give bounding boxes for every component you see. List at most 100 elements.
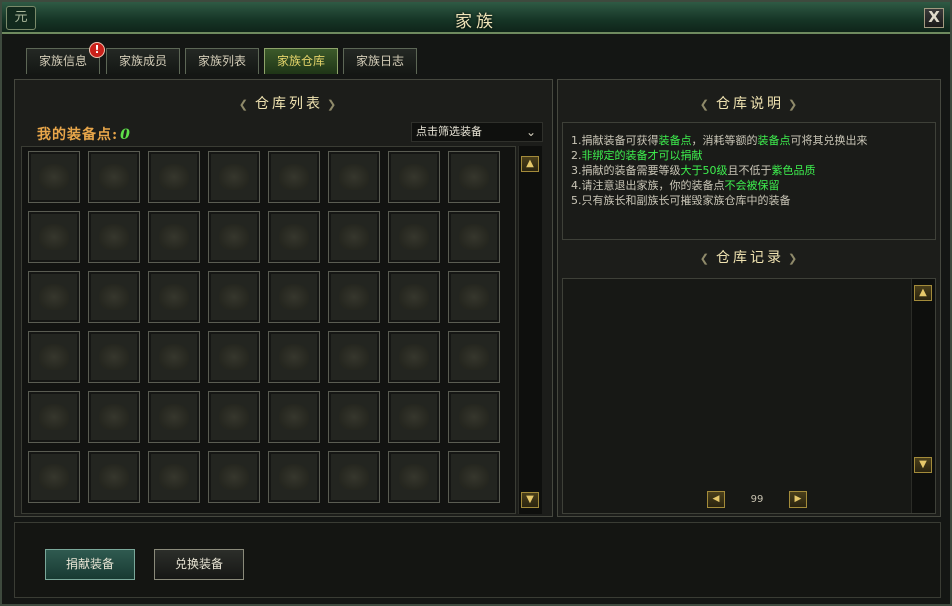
inventory-slot[interactable] [28, 211, 80, 263]
inventory-slot[interactable] [208, 391, 260, 443]
inventory-slot[interactable] [28, 151, 80, 203]
title-bar[interactable]: 元 家族 X [2, 2, 950, 34]
log-scrollbar[interactable]: ▲ ▼ [911, 279, 935, 513]
inventory-slot[interactable] [28, 391, 80, 443]
inventory-slot[interactable] [268, 391, 320, 443]
description-line: 3.捐献的装备需要等级大于50级且不低于紫色品质 [571, 163, 935, 178]
description-text: 5.只有族长和副族长可摧毁家族仓库中的装备 [571, 194, 791, 207]
tab-label: 家族列表 [197, 54, 246, 68]
inventory-slot[interactable] [148, 211, 200, 263]
tab-family-info[interactable]: 家族信息 ! [26, 42, 105, 74]
description-text: 2. [571, 149, 582, 162]
inventory-slot[interactable] [148, 331, 200, 383]
inventory-slot[interactable] [388, 211, 440, 263]
chevron-down-icon: ⌄ [525, 125, 536, 139]
tab-label: 家族仓库 [276, 54, 325, 68]
inventory-slot[interactable] [28, 331, 80, 383]
filter-selected: 点击筛选装备 [416, 125, 482, 138]
inventory-slot[interactable] [328, 451, 380, 503]
tab-family-members[interactable]: 家族成员 [106, 48, 180, 74]
equip-points: 我的装备点: 0 [37, 124, 131, 144]
inventory-slot[interactable] [28, 451, 80, 503]
inventory-slot[interactable] [328, 391, 380, 443]
description-text: 可将其兑换出来 [790, 134, 868, 147]
scroll-down-icon[interactable]: ▼ [521, 492, 539, 508]
inventory-slot[interactable] [328, 211, 380, 263]
warehouse-info-panel: 仓库说明 1.捐献装备可获得装备点，消耗等额的装备点可将其兑换出来2.非绑定的装… [557, 79, 941, 517]
page-number: 99 [750, 494, 764, 505]
inventory-slot[interactable] [88, 271, 140, 323]
scroll-up-icon[interactable]: ▲ [914, 285, 932, 301]
equipment-filter-dropdown[interactable]: 点击筛选装备 ⌄ [411, 122, 543, 142]
description-line: 1.捐献装备可获得装备点，消耗等额的装备点可将其兑换出来 [571, 133, 935, 148]
inventory-slot[interactable] [268, 211, 320, 263]
description-line: 4.请注意退出家族，你的装备点不会被保留 [571, 178, 935, 193]
inventory-slot[interactable] [448, 151, 500, 203]
inventory-slot[interactable] [388, 271, 440, 323]
inventory-slot[interactable] [448, 271, 500, 323]
tab-family-list[interactable]: 家族列表 [185, 48, 259, 74]
highlight-text: 装备点 [658, 134, 692, 147]
inventory-slot[interactable] [208, 271, 260, 323]
warehouse-log-list: ▲ ▼ ◀ 99 ▶ [562, 278, 936, 514]
scroll-down-icon[interactable]: ▼ [914, 457, 932, 473]
inventory-slot[interactable] [148, 391, 200, 443]
highlight-text: 装备点 [757, 134, 791, 147]
inventory-slot[interactable] [268, 331, 320, 383]
inventory-slot[interactable] [328, 331, 380, 383]
inventory-slot[interactable] [148, 451, 200, 503]
equip-points-label: 我的装备点: [37, 127, 119, 143]
inventory-slot[interactable] [388, 331, 440, 383]
tab-family-warehouse[interactable]: 家族仓库 [264, 48, 338, 74]
inventory-slot[interactable] [28, 271, 80, 323]
inventory-slot[interactable] [148, 271, 200, 323]
inventory-slot[interactable] [268, 451, 320, 503]
description-line: 2.非绑定的装备才可以捐献 [571, 148, 935, 163]
inventory-slot[interactable] [88, 151, 140, 203]
description-text: 3.捐献的装备需要等级 [571, 164, 681, 177]
action-bar: 捐献装备 兑换装备 [14, 522, 941, 598]
exchange-equipment-button[interactable]: 兑换装备 [154, 549, 244, 580]
tab-label: 家族信息 [38, 54, 87, 68]
inventory-slot[interactable] [388, 391, 440, 443]
inventory-slot[interactable] [328, 151, 380, 203]
inventory-slot[interactable] [88, 211, 140, 263]
highlight-text: 不会被保留 [724, 179, 780, 192]
inventory-slot[interactable] [448, 211, 500, 263]
inventory-slot[interactable] [448, 391, 500, 443]
inventory-slot[interactable] [208, 331, 260, 383]
donate-equipment-button[interactable]: 捐献装备 [45, 549, 135, 580]
tab-label: 家族成员 [118, 54, 167, 68]
warehouse-description: 1.捐献装备可获得装备点，消耗等额的装备点可将其兑换出来 2.非绑定的装备才可以捐… [562, 122, 936, 240]
inventory-slot[interactable] [88, 451, 140, 503]
inventory-slot[interactable] [88, 331, 140, 383]
inventory-slot[interactable] [208, 211, 260, 263]
equip-points-value: 0 [120, 127, 131, 143]
inventory-slot[interactable] [448, 451, 500, 503]
description-text: 1.捐献装备可获得 [571, 134, 659, 147]
family-window: 元 家族 X 家族信息 ! 家族成员 家族列表 家族仓库 家族日志 仓库列表 我… [0, 0, 952, 606]
tab-family-log[interactable]: 家族日志 [343, 48, 417, 74]
description-text: 4.请注意退出家族，你的装备点 [571, 179, 725, 192]
tab-label: 家族日志 [355, 54, 404, 68]
close-button[interactable]: X [924, 8, 944, 28]
inventory-slot[interactable] [268, 151, 320, 203]
scroll-up-icon[interactable]: ▲ [521, 156, 539, 172]
warehouse-scrollbar[interactable]: ▲ ▼ [518, 146, 542, 514]
inventory-slot[interactable] [208, 151, 260, 203]
inventory-slot[interactable] [88, 391, 140, 443]
inventory-slot[interactable] [388, 451, 440, 503]
inventory-slot[interactable] [448, 331, 500, 383]
warehouse-grid [21, 146, 516, 514]
next-page-icon[interactable]: ▶ [789, 491, 807, 508]
inventory-slot[interactable] [388, 151, 440, 203]
inventory-slot[interactable] [148, 151, 200, 203]
inventory-slot[interactable] [328, 271, 380, 323]
warehouse-desc-heading: 仓库说明 [686, 94, 814, 114]
alert-badge-icon: ! [89, 42, 105, 58]
inventory-slot[interactable] [208, 451, 260, 503]
highlight-text: 大于50级 [680, 164, 728, 177]
description-line: 5.只有族长和副族长可摧毁家族仓库中的装备 [571, 193, 935, 208]
inventory-slot[interactable] [268, 271, 320, 323]
prev-page-icon[interactable]: ◀ [707, 491, 725, 508]
